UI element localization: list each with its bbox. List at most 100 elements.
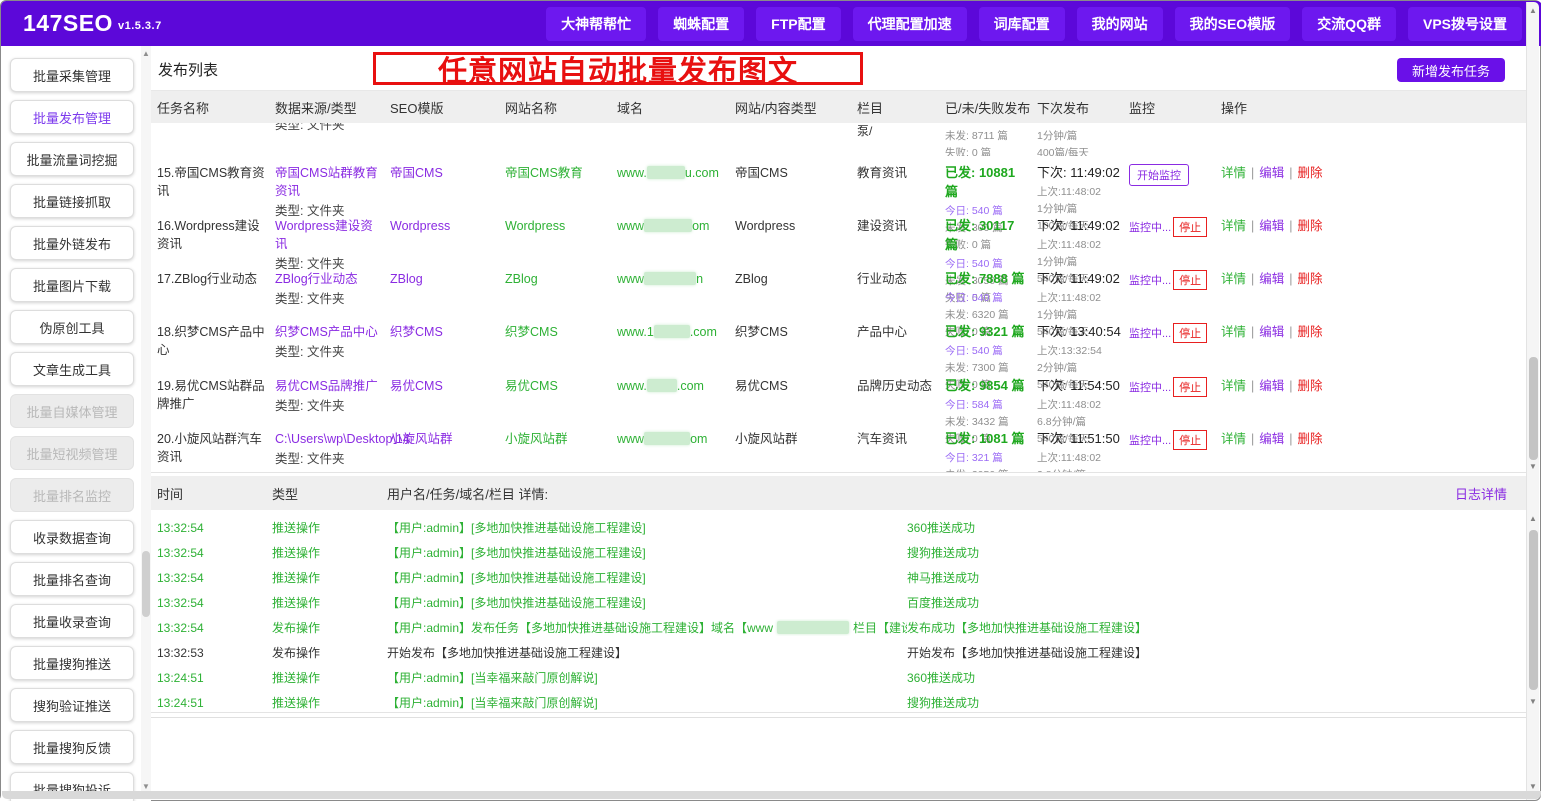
edit-link[interactable]: 编辑	[1259, 219, 1284, 233]
edit-link[interactable]: 编辑	[1259, 325, 1284, 339]
next-time: 下次: 11:54:50	[1037, 377, 1121, 396]
log-scrollbar-thumb[interactable]	[1529, 530, 1538, 690]
nav-item-my-seo-templates[interactable]: 我的SEO模版	[1175, 7, 1291, 41]
nav-item-my-sites[interactable]: 我的网站	[1077, 7, 1163, 41]
main-content: 发布列表 任意网站自动批量发布图文 新增发布任务 任务名称 数据来源/类型 SE…	[151, 46, 1529, 794]
scroll-down-icon[interactable]: ▼	[1527, 462, 1539, 471]
masked-domain	[654, 325, 690, 338]
sidebar-item-sogou-verify[interactable]: 搜狗验证推送	[10, 688, 134, 722]
rate: 6.8分钟/篇	[1037, 415, 1121, 430]
add-publish-task-button[interactable]: 新增发布任务	[1397, 58, 1505, 82]
sidebar-item-publish[interactable]: 批量发布管理	[10, 100, 134, 134]
edit-link[interactable]: 编辑	[1259, 166, 1284, 180]
logo-text: 147SEO	[23, 10, 113, 36]
scroll-down-icon[interactable]: ▼	[1527, 697, 1539, 706]
edit-link[interactable]: 编辑	[1259, 272, 1284, 286]
log-time: 13:32:54	[157, 546, 272, 560]
log-time: 13:24:51	[157, 671, 272, 685]
log-row: 13:32:54 推送操作 【用户:admin】[多地加快推进基础设施工程建设]…	[151, 590, 1529, 615]
sidebar-item-backlink[interactable]: 批量外链发布	[10, 226, 134, 260]
last-time: 上次:11:48:02	[1037, 451, 1121, 466]
log-header-row: 时间 类型 用户名/任务/域名/栏目 详情:	[151, 476, 1529, 510]
stop-monitor-button[interactable]: 停止	[1173, 430, 1207, 450]
detail-link[interactable]: 详情	[1221, 272, 1246, 286]
log-detail: 【用户:admin】[当幸福来敲门原创解说]	[387, 694, 907, 711]
log-detail: 【用户:admin】[多地加快推进基础设施工程建设]	[387, 569, 907, 586]
nav-item-helper[interactable]: 大神帮帮忙	[546, 7, 646, 41]
rate: 3.8分钟/篇	[1037, 468, 1121, 473]
delete-link[interactable]: 删除	[1298, 325, 1323, 339]
stop-monitor-button[interactable]: 停止	[1173, 323, 1207, 343]
data-source: 易优CMS品牌推广	[275, 377, 382, 395]
detail-link[interactable]: 详情	[1221, 166, 1246, 180]
edit-link[interactable]: 编辑	[1259, 379, 1284, 393]
delete-link[interactable]: 删除	[1298, 272, 1323, 286]
stop-monitor-button[interactable]: 停止	[1173, 270, 1207, 290]
horizontal-scrollbar-track[interactable]	[2, 791, 1541, 799]
scroll-up-icon[interactable]: ▲	[142, 49, 150, 58]
masked-domain	[777, 621, 849, 634]
nav-item-lexicon-config[interactable]: 词库配置	[979, 7, 1065, 41]
rate: 1分钟/篇	[1037, 202, 1121, 217]
table-scrollbar-thumb[interactable]	[1529, 357, 1538, 460]
detail-link[interactable]: 详情	[1221, 219, 1246, 233]
table-row: 20.小旋风站群汽车资讯 C:\Users\wp\Desktop\14类型: 文…	[151, 422, 1529, 472]
data-source: 织梦CMS产品中心	[275, 323, 382, 341]
sidebar-item-index-data[interactable]: 收录数据查询	[10, 520, 134, 554]
detail-link[interactable]: 详情	[1221, 432, 1246, 446]
log-list: 13:32:54 推送操作 【用户:admin】[多地加快推进基础设施工程建设]…	[151, 510, 1529, 713]
scroll-up-icon[interactable]: ▲	[1527, 514, 1539, 523]
stop-monitor-button[interactable]: 停止	[1173, 377, 1207, 397]
nav-item-vps-dial[interactable]: VPS拨号设置	[1408, 7, 1522, 41]
log-col-detail: 用户名/任务/域名/栏目 详情:	[387, 484, 907, 503]
sidebar-scrollbar-thumb[interactable]	[142, 551, 150, 617]
nav-item-ftp-config[interactable]: FTP配置	[756, 7, 840, 41]
delete-link[interactable]: 删除	[1298, 379, 1323, 393]
scroll-down-icon[interactable]: ▼	[1527, 782, 1539, 791]
separator: |	[1251, 272, 1254, 286]
topbar: 147SEOv1.5.3.7 大神帮帮忙 蜘蛛配置 FTP配置 代理配置加速 词…	[1, 1, 1541, 46]
scroll-down-icon[interactable]: ▼	[142, 782, 150, 791]
sidebar: 批量采集管理 批量发布管理 批量流量词挖掘 批量链接抓取 批量外链发布 批量图片…	[1, 46, 151, 801]
log-detail-link[interactable]: 日志详情	[1455, 484, 1507, 503]
partial-column-frag: 泵/	[857, 123, 945, 156]
domain-suffix: u.com	[685, 166, 719, 180]
delete-link[interactable]: 删除	[1298, 432, 1323, 446]
nav-item-qq-group[interactable]: 交流QQ群	[1302, 7, 1396, 41]
next-time: 下次: 11:49:02	[1037, 270, 1121, 289]
stop-monitor-button[interactable]: 停止	[1173, 217, 1207, 237]
domain-suffix: .com	[677, 379, 704, 393]
sidebar-item-pseudo-original[interactable]: 伪原创工具	[10, 310, 134, 344]
sidebar-item-sogou-push[interactable]: 批量搜狗推送	[10, 646, 134, 680]
today-count: 今日: 540 篇	[945, 291, 1029, 306]
separator: |	[1289, 219, 1292, 233]
sidebar-item-index-query[interactable]: 批量收录查询	[10, 604, 134, 638]
separator: |	[1251, 166, 1254, 180]
app-logo: 147SEOv1.5.3.7	[23, 10, 162, 37]
nav-item-proxy-config[interactable]: 代理配置加速	[853, 7, 967, 41]
sidebar-item-collect[interactable]: 批量采集管理	[10, 58, 134, 92]
start-monitor-button[interactable]: 开始监控	[1129, 164, 1189, 186]
scroll-up-icon[interactable]: ▲	[1527, 6, 1539, 15]
domain-suffix: n	[696, 272, 703, 286]
log-result: 搜狗推送成功	[907, 544, 1529, 561]
sidebar-item-article-gen[interactable]: 文章生成工具	[10, 352, 134, 386]
sidebar-item-link-grab[interactable]: 批量链接抓取	[10, 184, 134, 218]
detail-link[interactable]: 详情	[1221, 325, 1246, 339]
published-count: 已发: 9854 篇	[945, 377, 1029, 396]
sidebar-item-sogou-feedback[interactable]: 批量搜狗反馈	[10, 730, 134, 764]
sidebar-item-rank-query[interactable]: 批量排名查询	[10, 562, 134, 596]
delete-link[interactable]: 删除	[1298, 219, 1323, 233]
sidebar-item-image-download[interactable]: 批量图片下载	[10, 268, 134, 302]
sidebar-scrollbar[interactable]: ▲ ▼	[141, 46, 151, 794]
edit-link[interactable]: 编辑	[1259, 432, 1284, 446]
detail-link[interactable]: 详情	[1221, 379, 1246, 393]
vertical-scrollbar[interactable]: ▲ ▼ ▲ ▼ ▼	[1526, 2, 1539, 800]
separator: |	[1289, 166, 1292, 180]
domain-suffix: .com	[690, 325, 717, 339]
sidebar-item-traffic-words[interactable]: 批量流量词挖掘	[10, 142, 134, 176]
nav-item-spider-config[interactable]: 蜘蛛配置	[658, 7, 744, 41]
delete-link[interactable]: 删除	[1298, 166, 1323, 180]
table-row: 15.帝国CMS教育资讯 帝国CMS站群教育资讯类型: 文件夹 帝国CMS 帝国…	[151, 156, 1529, 209]
log-result: 发布成功【多地加快推进基础设施工程建设】	[907, 619, 1529, 636]
